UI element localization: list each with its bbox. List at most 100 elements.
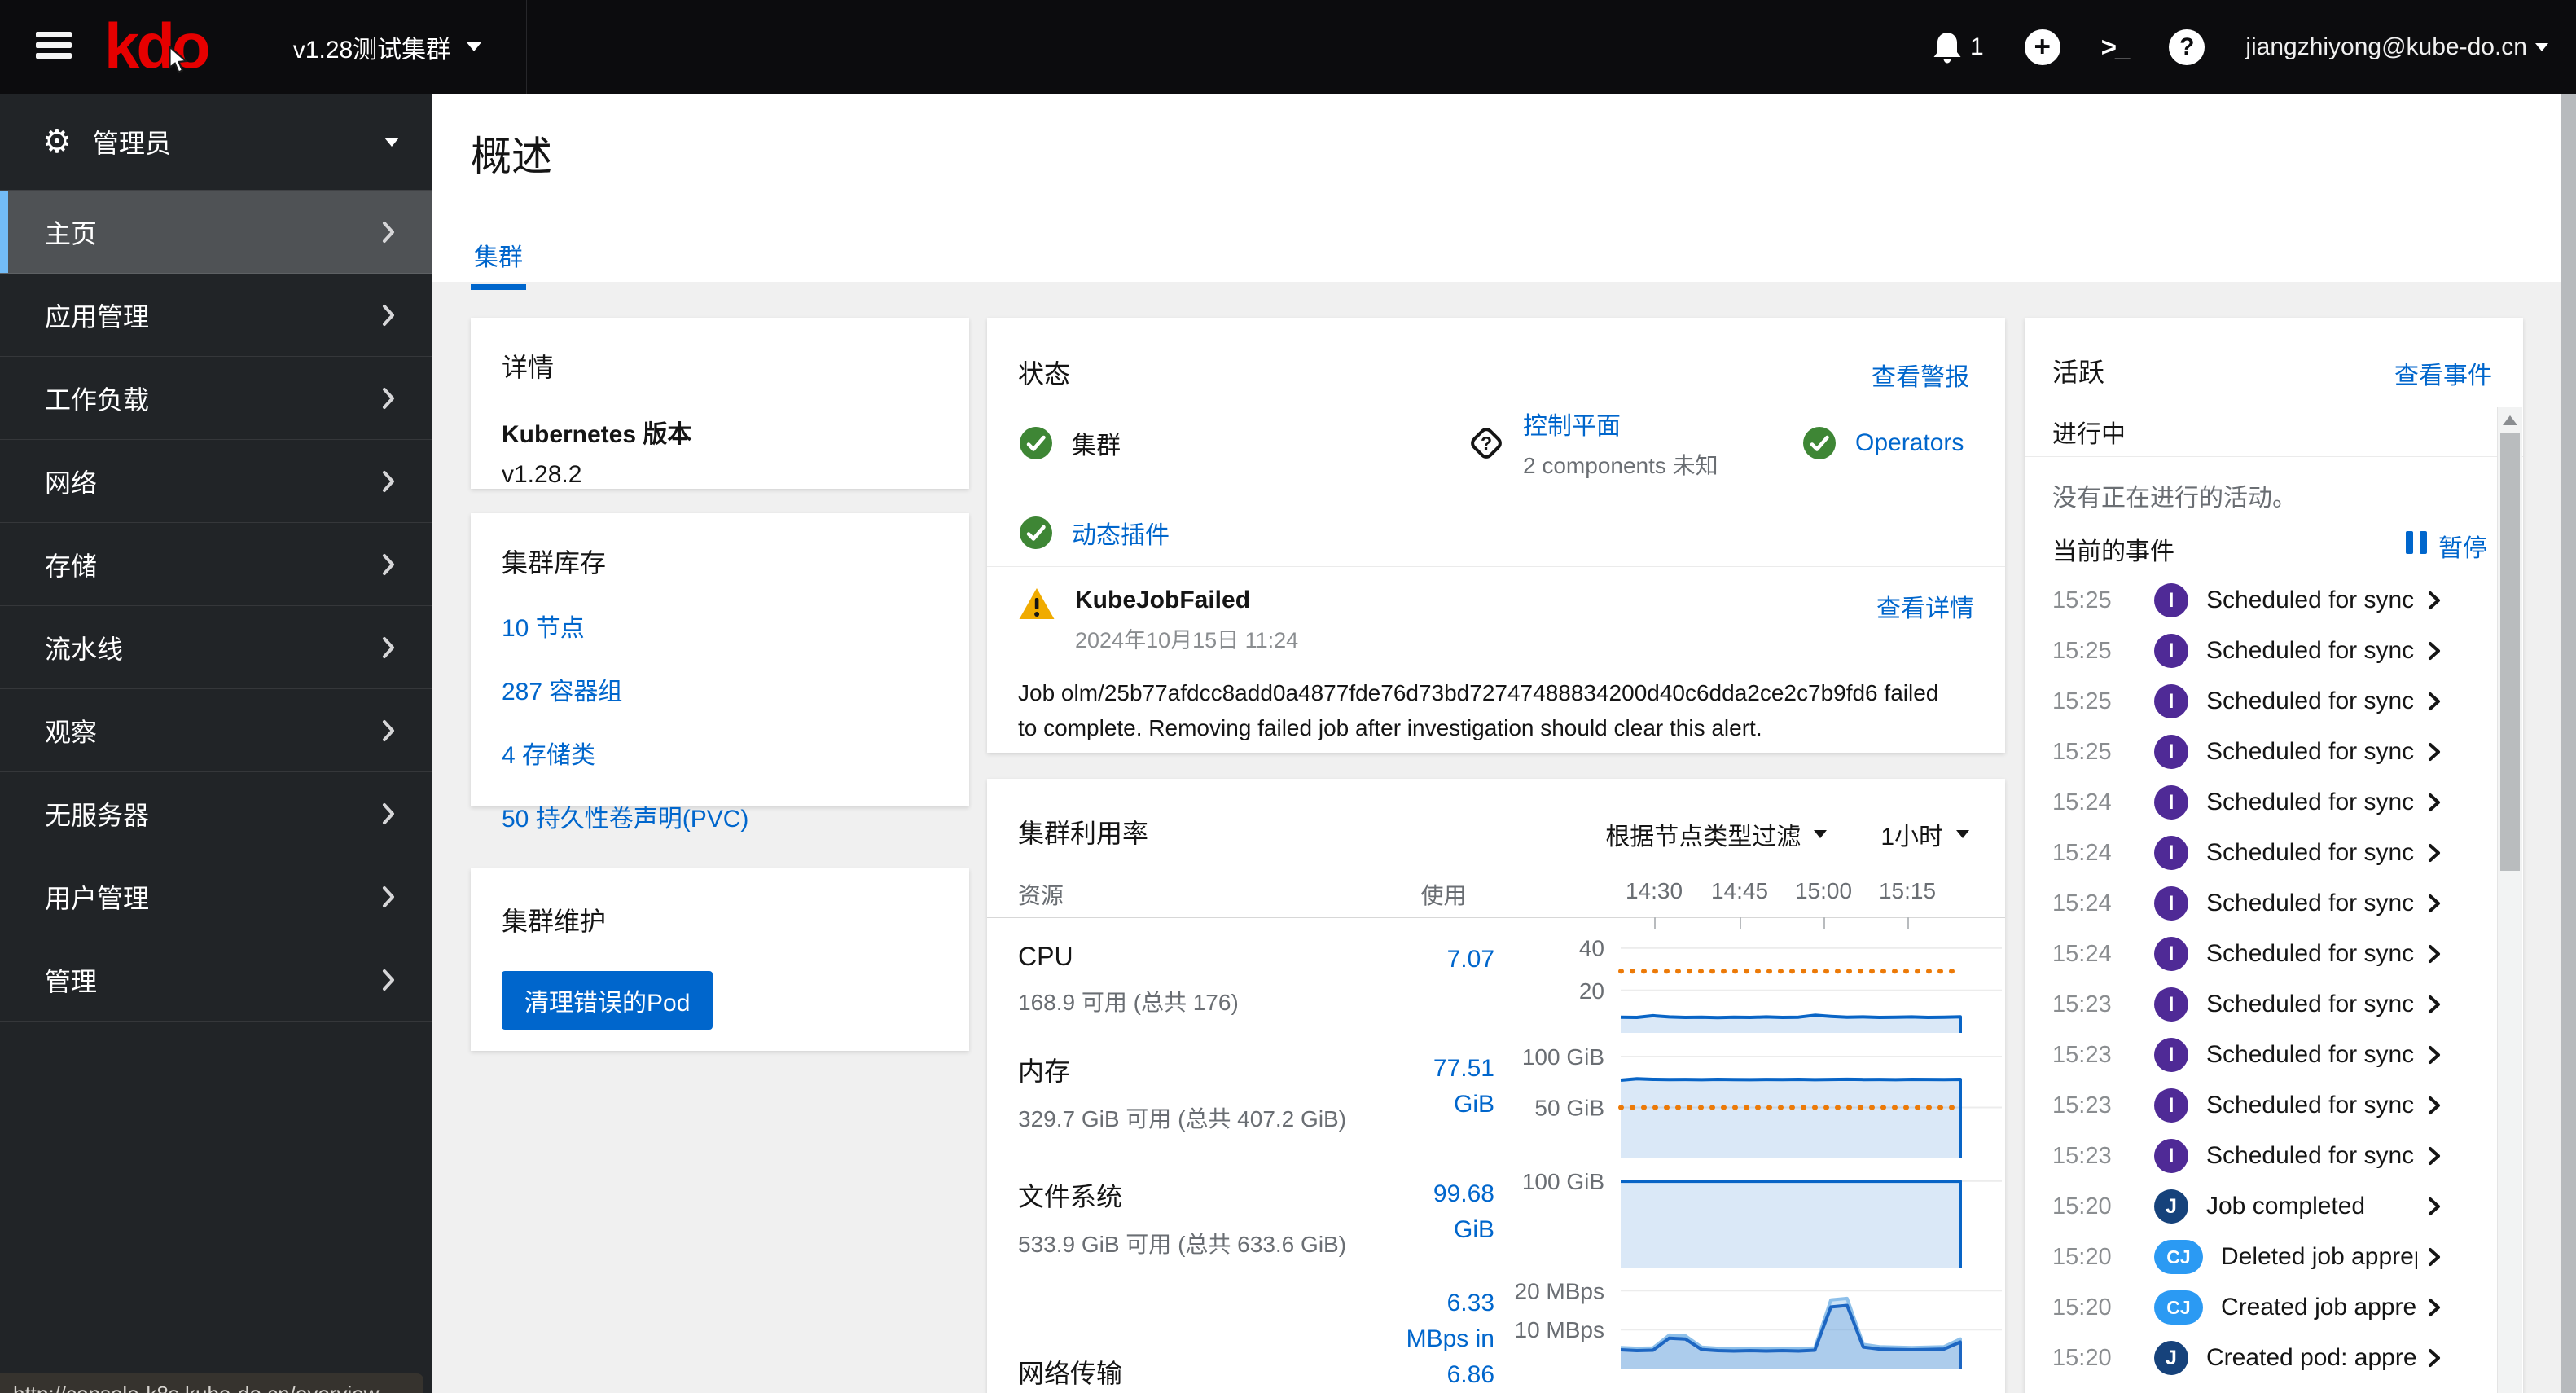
node-type-filter-dropdown[interactable]: 根据节点类型过滤 (1605, 816, 1828, 852)
resource-kind-badge-I: I (2154, 634, 2188, 668)
pause-events-button[interactable]: 暂停 (2405, 528, 2487, 564)
inventory-link[interactable]: 4 存储类 (502, 735, 938, 771)
ongoing-header: 进行中 (2052, 421, 2126, 448)
utilization-toolbar: 根据节点类型过滤 1小时 (1551, 816, 1969, 852)
event-row[interactable]: 15:23 I Scheduled for sync (2052, 1131, 2442, 1181)
svg-text:50 GiB: 50 GiB (1534, 1096, 1604, 1121)
svg-text:10 MBps: 10 MBps (1515, 1317, 1605, 1342)
scroll-up-icon[interactable] (2503, 415, 2517, 425)
event-row[interactable]: 15:24 I Scheduled for sync (2052, 777, 2442, 828)
inventory-link[interactable]: 287 容器组 (502, 671, 938, 707)
chevron-right-icon (383, 304, 394, 326)
usage-value-link[interactable]: 99.68 GiB (1393, 1176, 1494, 1248)
status-resource-link[interactable]: 控制平面 (1523, 413, 1621, 440)
user-menu[interactable]: jiangzhiyong@kube-do.cn (2245, 33, 2548, 61)
page-title: 概述 (471, 134, 552, 179)
usage-cell: 77.51 GiB (1393, 1044, 1494, 1158)
event-row[interactable]: 15:20 CJ Created job apprepo-k... (2052, 1282, 2442, 1333)
chevron-right-icon (383, 802, 394, 824)
utilization-sparkline: 40 20 (1579, 936, 2002, 1033)
resource-kind-badge-I: I (2154, 987, 2188, 1022)
tab-cluster[interactable]: 集群 (471, 232, 526, 290)
sidebar-item-工作负载[interactable]: 工作负载 (0, 357, 432, 440)
event-row[interactable]: 15:23 I Scheduled for sync (2052, 979, 2442, 1030)
status-resource-link[interactable]: Operators (1855, 429, 1964, 456)
sidebar-item-label: 管理 (45, 966, 98, 996)
chevron-right-icon (2427, 1196, 2442, 1217)
usage-cell: 6.33 MBps in6.86 MBps out (1393, 1279, 1494, 1393)
event-time: 15:23 (2052, 1041, 2112, 1068)
scrollbar-thumb[interactable] (2500, 433, 2520, 871)
usage-value-link[interactable]: 6.86 MBps out (1393, 1357, 1494, 1393)
page-scrollbar[interactable] (2561, 94, 2576, 1393)
event-message: Scheduled for sync (2206, 1092, 2415, 1118)
event-row[interactable]: 15:25 I Scheduled for sync (2052, 626, 2442, 676)
resource-kind-badge-I: I (2154, 583, 2188, 617)
notifications-button[interactable]: 1 (1933, 31, 1984, 64)
event-time: 15:20 (2052, 1193, 2112, 1219)
event-row[interactable]: 15:24 I Scheduled for sync (2052, 929, 2442, 979)
add-button[interactable]: + (2024, 29, 2060, 65)
time-range-dropdown[interactable]: 1小时 (1880, 816, 1969, 852)
view-events-link[interactable]: 查看事件 (2394, 355, 2492, 391)
event-time: 15:20 (2052, 1294, 2112, 1320)
sidebar-item-label: 工作负载 (45, 385, 150, 415)
inventory-link[interactable]: 50 持久性卷声明(PVC) (502, 798, 938, 834)
utilization-row-CPU: CPU 168.9 可用 (总共 176) 7.07 40 20 (1018, 935, 2002, 1033)
svg-text:?: ? (1481, 433, 1492, 454)
sidebar-item-存储[interactable]: 存储 (0, 523, 432, 606)
sidebar-item-label: 网络 (45, 468, 98, 498)
cluster-selector[interactable]: v1.28测试集群 (248, 0, 526, 94)
event-row[interactable]: 15:25 I Scheduled for sync (2052, 575, 2442, 626)
event-row[interactable]: 15:24 I Scheduled for sync (2052, 828, 2442, 878)
help-button[interactable]: ? (2169, 29, 2205, 65)
sidebar-item-管理[interactable]: 管理 (0, 938, 432, 1022)
clean-error-pods-button[interactable]: 清理错误的Pod (502, 971, 713, 1030)
usage-value-link[interactable]: 77.51 GiB (1393, 1051, 1494, 1123)
chevron-right-icon (2427, 1145, 2442, 1167)
status-resource-link[interactable]: 动态插件 (1072, 522, 1170, 549)
alert-timestamp: 2024年10月15日 11:24 (1075, 628, 1299, 653)
utilization-row-内存: 内存 329.7 GiB 可用 (总共 407.2 GiB) 77.51 GiB 10… (1018, 1044, 2002, 1158)
usage-value-link[interactable]: 7.07 (1393, 942, 1494, 978)
perspective-switcher[interactable]: ⚙ 管理员 (0, 94, 432, 191)
utilization-row-文件系统: 文件系统 533.9 GiB 可用 (总共 633.6 GiB) 99.68 GiB… (1018, 1169, 2002, 1268)
event-row[interactable]: 15:24 I Scheduled for sync (2052, 878, 2442, 929)
inventory-link[interactable]: 10 节点 (502, 608, 938, 644)
sidebar-item-网络[interactable]: 网络 (0, 440, 432, 523)
event-row[interactable]: 15:25 I Scheduled for sync (2052, 727, 2442, 777)
event-row[interactable]: 15:25 I Scheduled for sync (2052, 676, 2442, 727)
event-row[interactable]: 15:20 J Job completed (2052, 1181, 2442, 1232)
sidebar-item-应用管理[interactable]: 应用管理 (0, 274, 432, 357)
sidebar-item-无服务器[interactable]: 无服务器 (0, 772, 432, 855)
view-alerts-link[interactable]: 查看警报 (1872, 357, 1969, 393)
event-message: Created pod: apprepo-k... (2206, 1344, 2417, 1371)
event-row[interactable]: 15:20 J Created pod: apprepo-k... (2052, 1333, 2442, 1383)
sidebar-item-观察[interactable]: 观察 (0, 689, 432, 772)
sidebar-item-主页[interactable]: 主页 (0, 191, 432, 274)
brand-logo[interactable]: kdo (104, 5, 211, 86)
usage-cell: 99.68 GiB (1393, 1170, 1494, 1268)
chevron-right-icon (2427, 590, 2442, 611)
status-card: 状态 查看警报 集群? 控制平面 2 components 未知 Operators 动… (987, 318, 2005, 753)
chevron-right-icon (383, 969, 394, 991)
chevron-right-icon (383, 387, 394, 409)
view-details-link[interactable]: 查看详情 (1876, 588, 1974, 624)
menu-icon[interactable] (36, 29, 75, 66)
event-row[interactable]: 15:23 I Scheduled for sync (2052, 1080, 2442, 1131)
usage-value-link[interactable]: 6.33 MBps in (1393, 1285, 1494, 1357)
event-row[interactable]: 15:20 CJ Deleted job apprepo-k... (2052, 1232, 2442, 1282)
terminal-button[interactable]: >_ (2101, 32, 2131, 63)
events-scrollbar[interactable] (2497, 407, 2522, 1393)
sidebar-item-流水线[interactable]: 流水线 (0, 606, 432, 689)
event-time: 15:24 (2052, 940, 2112, 967)
resource-name: 网络传输 (1018, 1359, 1123, 1388)
console-app: kdo v1.28测试集群 1 + >_ ? jiangzhiyong@kube… (0, 0, 2576, 1393)
resource-kind-badge-I: I (2154, 836, 2188, 870)
sidebar-item-用户管理[interactable]: 用户管理 (0, 855, 432, 938)
sidebar-item-label: 流水线 (45, 634, 124, 664)
chevron-right-icon (2427, 1044, 2442, 1066)
event-row[interactable]: 15:23 I Scheduled for sync (2052, 1030, 2442, 1080)
usage-column-header: 使用 (1420, 883, 1467, 908)
chevron-right-icon (2427, 1095, 2442, 1116)
